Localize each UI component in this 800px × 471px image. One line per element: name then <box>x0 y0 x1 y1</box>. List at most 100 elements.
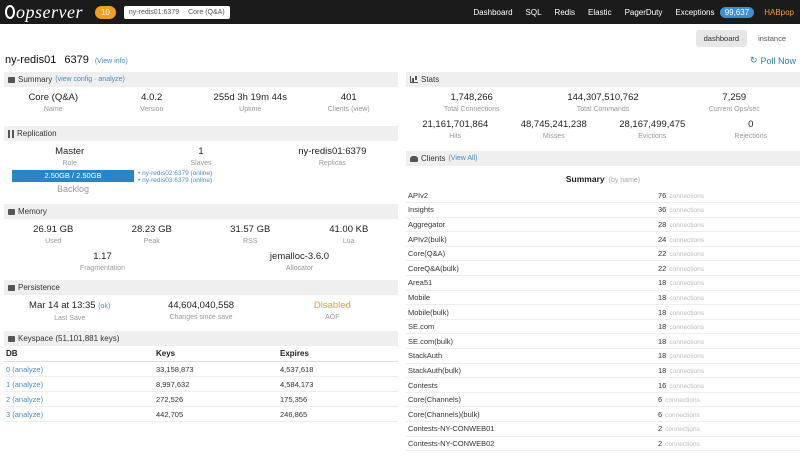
stat-peak: 28.23 GB Peak <box>103 224 202 247</box>
table-row: Area51 18 connections <box>406 275 800 291</box>
tab-instance[interactable]: instance <box>750 30 794 47</box>
instance-selector[interactable]: ny-redis01:6379 Core (Q&A) <box>123 5 230 19</box>
client-name: Area51 <box>406 275 656 291</box>
keys-cell: 33,158,873 <box>154 361 278 377</box>
stat-label: Slaves <box>190 160 212 167</box>
summary-links[interactable]: (view config · analyze) <box>55 76 125 83</box>
keys-cell: 272,526 <box>154 391 278 407</box>
tab-dashboard[interactable]: dashboard <box>695 30 748 47</box>
keys-cell: 8,997,632 <box>154 376 278 392</box>
poll-now-button[interactable]: ↻ Poll Now <box>750 55 796 66</box>
client-count-value: 76 <box>658 190 667 200</box>
view-info-link[interactable]: (View info) <box>95 58 128 65</box>
stat-value: Core (Q&A) <box>28 92 79 103</box>
client-count: 18 connections <box>656 333 800 350</box>
db-link[interactable]: 2 (analyze) <box>4 391 154 407</box>
client-count: 6 connections <box>656 392 800 408</box>
table-row: Mobile(bulk) 18 connections <box>406 304 800 320</box>
nav-redis[interactable]: Redis <box>555 8 575 17</box>
keyspace-icon <box>8 335 15 342</box>
client-count-value: 18 <box>658 307 667 317</box>
client-count: 18 connections <box>656 290 800 306</box>
table-row: Contests-NY-CONWEB02 2 connections <box>406 436 800 452</box>
clients-summary-title: Summary (by name) <box>406 174 800 188</box>
stat-label: Current Ops/sec <box>708 106 760 113</box>
client-count-label: connections <box>669 251 705 259</box>
stat-role: Master Role <box>4 146 135 169</box>
nav-exceptions[interactable]: Exceptions 99,637 <box>675 6 755 18</box>
db-link[interactable]: 3 (analyze) <box>4 406 154 422</box>
client-name: Contests <box>406 377 656 393</box>
stat-value: 31.57 GB <box>230 224 271 235</box>
nav-exceptions-label: Exceptions <box>675 7 715 17</box>
view-all-clients-link[interactable]: (View All) <box>448 155 477 162</box>
stat-value: Mar 14 at 13:35 <box>29 300 96 311</box>
instance-name: ny-redis01:6379 <box>128 8 180 16</box>
stat-clients[interactable]: 401 Clients (view) <box>300 92 399 115</box>
stat-value: jemalloc-3.6.0 <box>269 251 330 262</box>
db-link[interactable]: 0 (analyze) <box>4 361 154 377</box>
table-row: StackAuth(bulk) 18 connections <box>406 363 800 379</box>
alert-badge[interactable]: 10 <box>94 5 116 19</box>
stat-used: 26.91 GB Used <box>4 224 103 247</box>
left-column: Summary (view config · analyze) Core (Q&… <box>4 72 398 422</box>
page-title: ny-redis01 6379 (View info) <box>5 54 128 66</box>
stat-value: 0 <box>748 119 754 130</box>
replica-item[interactable]: • ny-redis03:6379 (online) <box>138 177 212 184</box>
client-count: 18 connections <box>656 304 800 320</box>
summary-header: Summary (view config · analyze) <box>4 72 398 87</box>
keyspace-header: Keyspace (51,101,881 keys) <box>4 331 398 346</box>
client-count-label: connections <box>669 382 705 390</box>
client-count-value: 36 <box>658 205 667 215</box>
memory-icon <box>8 208 15 215</box>
stat-hits: 21,161,701,864 Hits <box>406 119 505 142</box>
client-count-label: connections <box>669 309 705 317</box>
logo[interactable]: opserver <box>5 0 83 24</box>
summary-icon <box>8 76 15 83</box>
nav-pagerduty[interactable]: PagerDuty <box>625 8 663 17</box>
host-port: 6379 <box>64 54 89 66</box>
stat-value: 7,259 <box>722 92 747 103</box>
clients-table: APIv2 76 connections Insights 36 connections A… <box>406 188 800 452</box>
stat-label: RSS <box>243 238 258 245</box>
nav-elastic[interactable]: Elastic <box>588 8 612 17</box>
nav-dashboard[interactable]: Dashboard <box>473 8 512 17</box>
replication-title: Replication <box>17 129 57 138</box>
table-row: Core(Channels) 6 connections <box>406 392 800 408</box>
stat-misses: 48,745,241,238 Misses <box>505 119 604 142</box>
stat-value: 144,307,510,762 <box>567 92 639 103</box>
stat-allocator: jemalloc-3.6.0 Allocator <box>201 251 398 274</box>
main-nav: Dashboard SQL Redis Elastic PagerDuty Ex… <box>473 0 800 24</box>
stat-value: ny-redis01:6379 <box>298 146 367 157</box>
stat-label: Fragmentation <box>79 265 126 272</box>
client-count-label: connections <box>669 280 705 288</box>
chart-icon <box>410 76 418 83</box>
stat-label: Total Connections <box>443 106 500 113</box>
backlog-caption: Backlog <box>56 184 90 194</box>
stat-value: 1,748,266 <box>450 92 493 103</box>
client-name: Core(Channels) <box>406 392 656 408</box>
save-status: (ok) <box>98 303 111 310</box>
client-count-value: 2 <box>658 424 663 434</box>
expires-cell: 4,584,173 <box>278 376 398 392</box>
stat-label: Evictions <box>638 133 667 140</box>
client-count-value: 18 <box>658 336 667 346</box>
stats-header: Stats <box>406 72 800 87</box>
stat-label: Version <box>140 106 164 113</box>
client-count: 22 connections <box>656 246 800 262</box>
stat-aof: Disabled AOF <box>267 300 398 324</box>
nav-sql[interactable]: SQL <box>526 8 542 17</box>
db-link[interactable]: 1 (analyze) <box>4 376 154 392</box>
right-column: Stats 1,748,266 Total Connections 144,307… <box>406 72 800 452</box>
refresh-icon: ↻ <box>749 55 758 65</box>
stat-value: 48,745,241,238 <box>520 119 587 130</box>
user-menu[interactable]: HABpop <box>764 8 794 17</box>
client-count: 18 connections <box>656 348 800 364</box>
stat-ops-sec: 7,259 Current Ops/sec <box>669 92 800 115</box>
client-count-label: connections <box>665 440 700 448</box>
client-name: Mobile(bulk) <box>406 304 656 320</box>
persistence-stats: Mar 14 at 13:35 (ok) Last Save 44,604,040… <box>4 300 398 324</box>
stat-rejections: 0 Rejections <box>702 119 800 142</box>
replica-item[interactable]: • ny-redis02:6379 (online) <box>138 170 212 177</box>
client-name: APIv2(bulk) <box>406 231 656 247</box>
